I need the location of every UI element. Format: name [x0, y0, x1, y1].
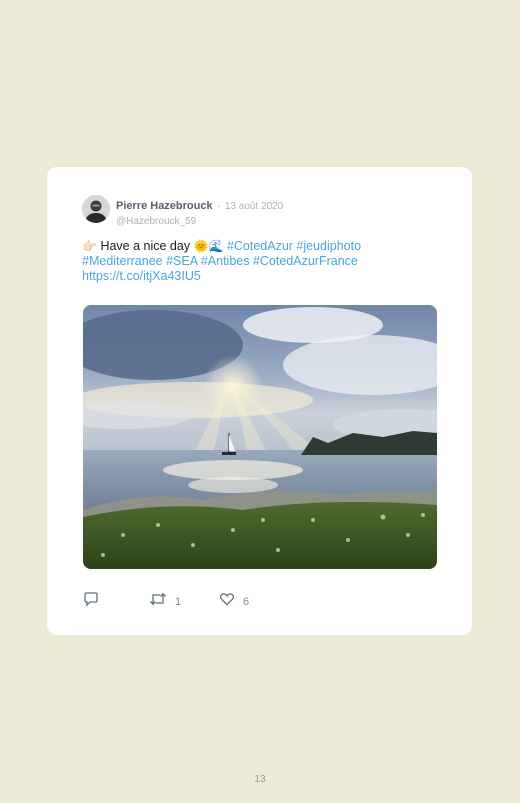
like-count: 6 — [243, 595, 250, 608]
hashtags-line-2[interactable]: #Mediterranee #SEA #Antibes #CotedAzurFr… — [82, 254, 358, 268]
retweet-count: 1 — [175, 595, 182, 608]
heart-icon — [219, 591, 235, 612]
tweet-card: Pierre Hazebrouck · 13 août 2020 @Hazebr… — [47, 167, 472, 635]
tweet-body: Have a nice day — [100, 239, 191, 253]
pointing-emoji: 👉🏻 — [82, 239, 97, 253]
avatar[interactable] — [82, 195, 110, 223]
reply-button[interactable] — [83, 591, 99, 612]
tweet-link[interactable]: https://t.co/itjXa43IU5 — [82, 269, 201, 283]
reply-icon — [83, 591, 99, 612]
retweet-button[interactable]: 1 — [149, 591, 181, 612]
like-button[interactable]: 6 — [219, 591, 249, 612]
page-number: 13 — [254, 774, 266, 785]
sun-wave-emoji: 🌞🌊 — [193, 239, 224, 253]
tweet-photo[interactable] — [83, 305, 437, 569]
tweet-date[interactable]: 13 août 2020 — [225, 201, 283, 212]
tweet-text: 👉🏻 Have a nice day 🌞🌊 #CotedAzur #jeudip… — [82, 239, 412, 284]
retweet-icon — [149, 591, 167, 612]
hashtags-line-1[interactable]: #CotedAzur #jeudiphoto — [227, 239, 361, 253]
author-name[interactable]: Pierre Hazebrouck — [116, 200, 213, 212]
author-handle[interactable]: @Hazebrouck_59 — [116, 216, 283, 227]
separator: · — [217, 201, 221, 212]
